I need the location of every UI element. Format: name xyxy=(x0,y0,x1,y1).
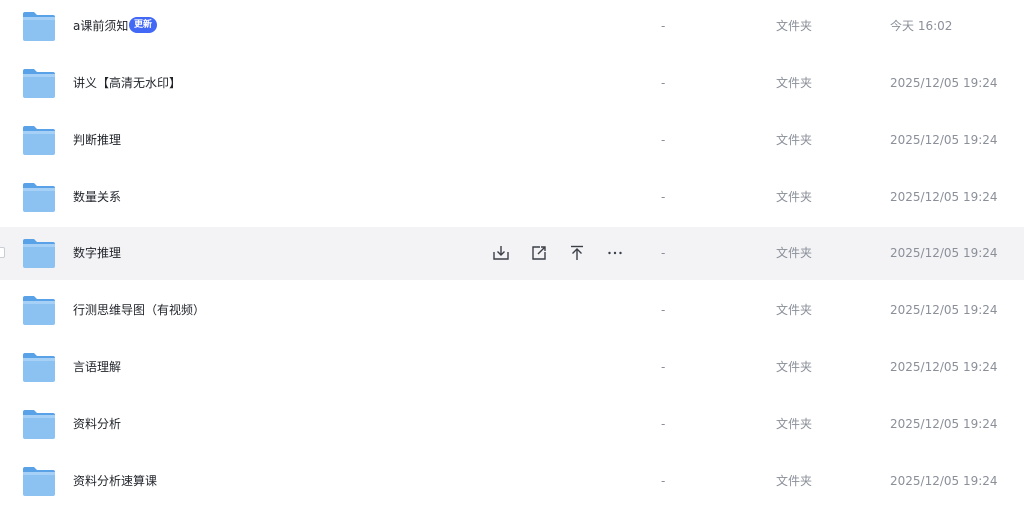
file-type: 文件夹 xyxy=(776,190,813,204)
file-modified: 2025/12/05 19:24 xyxy=(890,190,998,204)
file-modified: 2025/12/05 19:24 xyxy=(890,76,998,90)
file-type: 文件夹 xyxy=(776,303,813,317)
file-size: - xyxy=(661,190,666,204)
file-row-hovered[interactable]: 数字推理 - 文件夹 2025/12/05 19:24 xyxy=(0,227,1024,280)
file-name[interactable]: 资料分析速算课 xyxy=(73,472,157,490)
file-name[interactable]: a课前须知 xyxy=(73,17,128,35)
file-row[interactable]: 行测思维导图（有视频） - 文件夹 2025/12/05 19:24 xyxy=(0,284,1024,337)
folder-icon xyxy=(23,353,55,382)
file-row[interactable]: 讲义【高清无水印】 - 文件夹 2025/12/05 19:24 xyxy=(0,57,1024,110)
folder-icon xyxy=(23,12,55,41)
share-icon[interactable] xyxy=(529,243,549,263)
file-type: 文件夹 xyxy=(776,133,813,147)
file-size: - xyxy=(661,474,666,488)
file-modified: 今天 16:02 xyxy=(890,19,953,33)
file-name[interactable]: 资料分析 xyxy=(73,415,121,433)
file-row[interactable]: 数量关系 - 文件夹 2025/12/05 19:24 xyxy=(0,171,1024,224)
file-modified: 2025/12/05 19:24 xyxy=(890,474,998,488)
more-icon[interactable] xyxy=(605,243,625,263)
file-row[interactable]: 判断推理 - 文件夹 2025/12/05 19:24 xyxy=(0,114,1024,167)
file-type: 文件夹 xyxy=(776,474,813,488)
file-modified: 2025/12/05 19:24 xyxy=(890,417,998,431)
folder-icon xyxy=(23,126,55,155)
file-name[interactable]: 数量关系 xyxy=(73,188,121,206)
folder-icon xyxy=(23,183,55,212)
file-size: - xyxy=(661,303,666,317)
file-name[interactable]: 讲义【高清无水印】 xyxy=(73,74,181,92)
folder-icon xyxy=(23,239,55,268)
update-badge: 更新 xyxy=(129,17,158,33)
file-modified: 2025/12/05 19:24 xyxy=(890,246,998,260)
row-checkbox[interactable] xyxy=(0,247,5,258)
file-type: 文件夹 xyxy=(776,76,813,90)
folder-icon xyxy=(23,296,55,325)
file-type: 文件夹 xyxy=(776,246,813,260)
download-icon[interactable] xyxy=(491,243,511,263)
file-size: - xyxy=(661,246,666,260)
file-type: 文件夹 xyxy=(776,417,813,431)
file-modified: 2025/12/05 19:24 xyxy=(890,360,998,374)
file-row[interactable]: a课前须知 更新 - 文件夹 今天 16:02 xyxy=(0,0,1024,53)
file-list: a课前须知 更新 - 文件夹 今天 16:02 讲义【高清无水印】 - 文件夹 … xyxy=(0,0,1024,507)
file-type: 文件夹 xyxy=(776,360,813,374)
file-name[interactable]: 数字推理 xyxy=(73,244,121,262)
file-size: - xyxy=(661,417,666,431)
file-modified: 2025/12/05 19:24 xyxy=(890,303,998,317)
move-to-top-icon[interactable] xyxy=(567,243,587,263)
folder-icon xyxy=(23,467,55,496)
file-modified: 2025/12/05 19:24 xyxy=(890,133,998,147)
folder-icon xyxy=(23,410,55,439)
file-size: - xyxy=(661,19,666,33)
file-size: - xyxy=(661,133,666,147)
file-name[interactable]: 判断推理 xyxy=(73,131,121,149)
file-name[interactable]: 言语理解 xyxy=(73,358,121,376)
file-type: 文件夹 xyxy=(776,19,813,33)
file-row[interactable]: 资料分析 - 文件夹 2025/12/05 19:24 xyxy=(0,398,1024,451)
file-row[interactable]: 言语理解 - 文件夹 2025/12/05 19:24 xyxy=(0,341,1024,394)
file-name[interactable]: 行测思维导图（有视频） xyxy=(73,301,205,319)
file-row[interactable]: 资料分析速算课 - 文件夹 2025/12/05 19:24 xyxy=(0,455,1024,507)
folder-icon xyxy=(23,69,55,98)
file-size: - xyxy=(661,76,666,90)
file-size: - xyxy=(661,360,666,374)
